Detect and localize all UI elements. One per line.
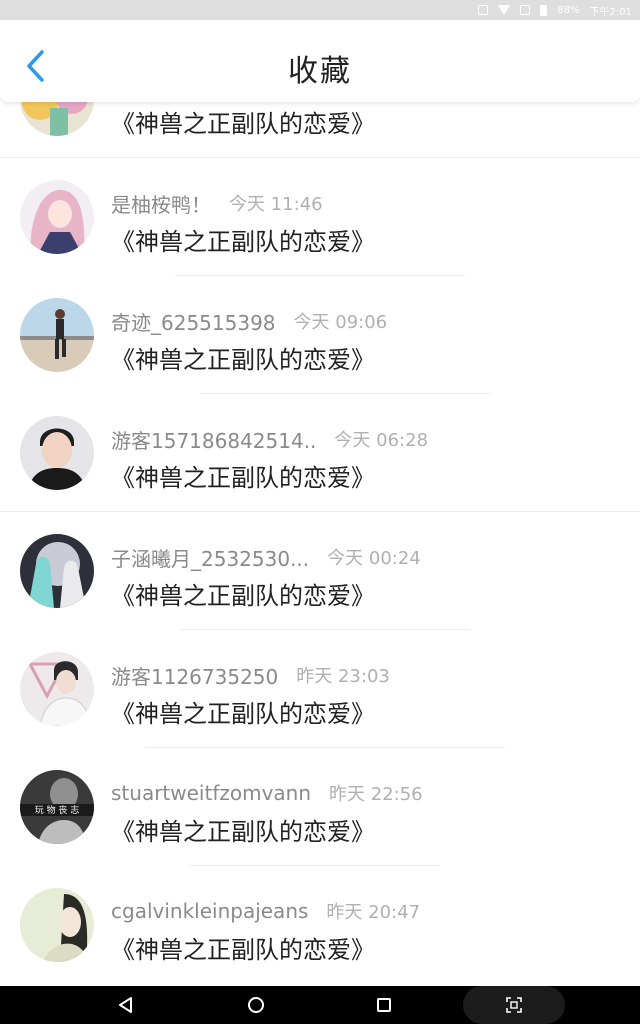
timestamp: 今天 11:46 [229, 194, 323, 215]
item-meta: 奇迹_625515398 今天 09:06 [111, 306, 387, 336]
timestamp: 今天 09:06 [293, 312, 388, 333]
nav-recent-button[interactable] [366, 986, 402, 1024]
timestamp: 今天 00:24 [327, 548, 421, 569]
book-title[interactable]: 《神兽之正副队的恋爱》 [111, 458, 375, 493]
woman-portrait-avatar [20, 888, 94, 962]
list-item[interactable]: 玩 物 丧 志 stuartweitfzomvann 昨天 22:56 《神兽之… [0, 748, 640, 866]
favorites-list: 《神兽之正副队的恋爱》 是柚桉鸭！ 今天 11:46 《神兽之正副队的恋爱》 奇… [0, 40, 640, 986]
battery-percent: 88% [557, 4, 580, 16]
anime-duo-avatar [20, 534, 94, 608]
book-title[interactable]: 《神兽之正副队的恋爱》 [111, 222, 375, 257]
system-nav-bar [0, 986, 640, 1024]
triangle-back-icon [119, 997, 132, 1013]
battery-icon [540, 4, 548, 16]
avatar-caption: 玩 物 丧 志 [35, 804, 80, 816]
boy-triangle-avatar [20, 652, 94, 726]
list-item[interactable]: cgalvinkleinpajeans 昨天 20:47 《神兽之正副队的恋爱》 [0, 866, 640, 984]
username[interactable]: 是柚桉鸭！ [111, 189, 211, 218]
book-title[interactable]: 《神兽之正副队的恋爱》 [111, 694, 375, 729]
runner-avatar [20, 298, 94, 372]
timestamp: 昨天 23:03 [296, 666, 390, 687]
young-man-avatar [20, 416, 94, 490]
list-item[interactable]: 奇迹_625515398 今天 09:06 《神兽之正副队的恋爱》 [0, 276, 640, 394]
timestamp: 昨天 20:47 [326, 902, 421, 923]
timestamp: 昨天 22:56 [329, 784, 423, 805]
username[interactable]: 奇迹_625515398 [111, 307, 276, 336]
username[interactable]: 游客1126735250 [111, 661, 278, 690]
item-meta: 是柚桉鸭！ 今天 11:46 [111, 188, 323, 218]
book-title[interactable]: 《神兽之正副队的恋爱》 [111, 340, 375, 375]
vibrate-icon [478, 5, 489, 15]
username[interactable]: stuartweitfzomvann [111, 781, 311, 805]
mono-text-avatar: 玩 物 丧 志 [20, 770, 94, 844]
pink-hair-girl-avatar [20, 180, 94, 254]
wifi-icon [498, 5, 511, 15]
nav-back-button[interactable] [108, 986, 144, 1024]
item-meta: stuartweitfzomvann 昨天 22:56 [111, 778, 423, 808]
book-title[interactable]: 《神兽之正副队的恋爱》 [111, 104, 375, 139]
book-title[interactable]: 《神兽之正副队的恋爱》 [111, 812, 375, 847]
page-title: 收藏 [288, 54, 352, 89]
nav-home-button[interactable] [238, 986, 274, 1024]
square-recent-icon [377, 998, 391, 1012]
item-meta: cgalvinkleinpajeans 昨天 20:47 [111, 896, 420, 926]
list-item[interactable]: 子涵曦月_2532530... 今天 00:24 《神兽之正副队的恋爱》 [0, 512, 640, 630]
list-item[interactable]: 游客1126735250 昨天 23:03 《神兽之正副队的恋爱》 [0, 630, 640, 748]
item-meta: 游客157186842514.. 今天 06:28 [111, 424, 428, 454]
status-bar: 88% 下午2:01 [0, 0, 640, 20]
item-meta: 游客1126735250 昨天 23:03 [111, 660, 390, 690]
username[interactable]: 子涵曦月_2532530... [111, 543, 309, 572]
username[interactable]: 游客157186842514.. [111, 425, 316, 454]
book-title[interactable]: 《神兽之正副队的恋爱》 [111, 930, 375, 965]
app-header: 收藏 [0, 20, 640, 102]
item-meta: 子涵曦月_2532530... 今天 00:24 [111, 542, 421, 572]
timestamp: 今天 06:28 [334, 430, 429, 451]
screenshot-icon [506, 997, 522, 1013]
sim-icon [520, 5, 531, 15]
circle-home-icon [248, 997, 264, 1013]
list-item[interactable]: 游客157186842514.. 今天 06:28 《神兽之正副队的恋爱》 [0, 394, 640, 512]
list-item[interactable]: 是柚桉鸭！ 今天 11:46 《神兽之正副队的恋爱》 [0, 158, 640, 276]
book-title[interactable]: 《神兽之正副队的恋爱》 [111, 576, 375, 611]
screenshot-button[interactable] [463, 986, 565, 1024]
clock: 下午2:01 [589, 6, 632, 18]
username[interactable]: cgalvinkleinpajeans [111, 899, 308, 923]
